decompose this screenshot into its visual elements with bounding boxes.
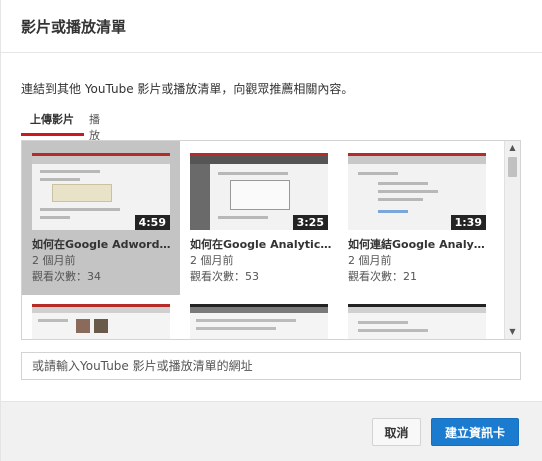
tab-uploaded-videos[interactable]: 上傳影片 (21, 111, 84, 136)
video-views: 觀看次數：34 (32, 270, 101, 283)
video-views: 觀看次數：21 (348, 270, 417, 283)
video-item[interactable]: 4:59 如何在Google Adwords… 2 個月前 觀看次數：34 (22, 141, 180, 295)
scroll-up-arrow-icon[interactable]: ▲ (505, 141, 520, 155)
video-thumbnail: 4:59 (32, 153, 170, 230)
video-grid[interactable]: 4:59 如何在Google Adwords… 2 個月前 觀看次數：34 3:… (21, 140, 521, 340)
create-card-button[interactable]: 建立資訊卡 (431, 418, 519, 446)
dialog-title: 影片或播放清單 (21, 18, 127, 36)
video-thumbnail: 3:25 (190, 153, 328, 230)
video-age: 2 個月前 (32, 254, 76, 267)
video-url-input[interactable] (21, 352, 521, 380)
video-duration: 3:25 (292, 215, 328, 230)
video-title: 如何在Google Adwords… (32, 238, 174, 251)
video-item[interactable]: 1:39 如何連結Google Analy… 2 個月前 觀看次數：21 (338, 141, 496, 295)
video-title: 如何在Google Analytic… (190, 238, 332, 251)
video-thumbnail-partial[interactable] (348, 304, 486, 339)
grid-scrollbar[interactable]: ▲ ▼ (504, 141, 520, 339)
video-age: 2 個月前 (190, 254, 234, 267)
dialog-header: 影片或播放清單 (1, 0, 542, 53)
video-duration: 4:59 (134, 215, 170, 230)
cancel-button[interactable]: 取消 (372, 418, 421, 446)
video-age: 2 個月前 (348, 254, 392, 267)
video-duration: 1:39 (450, 215, 486, 230)
dialog-footer: 取消 建立資訊卡 (1, 401, 542, 461)
scroll-thumb[interactable] (508, 157, 517, 177)
video-thumbnail-partial[interactable] (32, 304, 170, 339)
video-item[interactable]: 3:25 如何在Google Analytic… 2 個月前 觀看次數：53 (180, 141, 338, 295)
cards-dialog: 影片或播放清單 連結到其他 YouTube 影片或播放清單，向觀眾推薦相關內容。… (0, 0, 542, 461)
video-thumbnail-partial[interactable] (190, 304, 328, 339)
scroll-down-arrow-icon[interactable]: ▼ (505, 325, 520, 339)
video-title: 如何連結Google Analy… (348, 238, 485, 251)
video-thumbnail: 1:39 (348, 153, 486, 230)
dialog-description: 連結到其他 YouTube 影片或播放清單，向觀眾推薦相關內容。 (21, 82, 354, 96)
video-views: 觀看次數：53 (190, 270, 259, 283)
